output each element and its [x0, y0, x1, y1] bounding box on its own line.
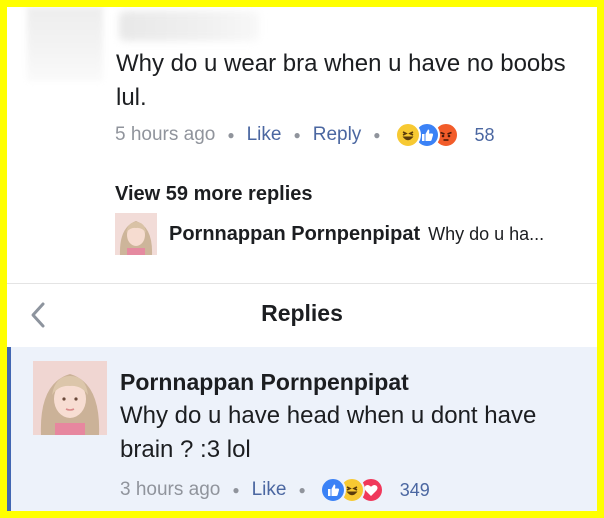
separator-dot: ● [373, 128, 381, 142]
comment-reply-button[interactable]: Reply [313, 124, 362, 146]
replies-title: Replies [261, 300, 343, 326]
separator-dot: ● [227, 128, 235, 142]
comment-reactions[interactable] [394, 122, 459, 148]
screenshot-frame: Why do u wear bra when u have no boobs l… [7, 7, 597, 511]
reply-preview[interactable]: Pornnappan Pornpenpipat Why do u ha... [115, 213, 544, 255]
reply-reactions[interactable] [319, 477, 384, 503]
reply-preview-name[interactable]: Pornnappan Pornpenpipat [169, 223, 420, 246]
reply-author-name[interactable]: Pornnappan Pornpenpipat [120, 369, 409, 396]
reply-reaction-count[interactable]: 349 [400, 480, 430, 501]
separator-dot: ● [232, 483, 240, 497]
reply-preview-text: Why do u ha... [428, 223, 545, 244]
comment-meta: 5 hours ago ● Like ● Reply ● 58 [115, 122, 495, 148]
avatar[interactable] [33, 361, 107, 435]
commenter-name-blurred [119, 11, 259, 41]
replies-header: Replies [7, 283, 597, 345]
reply-like-button[interactable]: Like [252, 479, 287, 501]
comment-like-button[interactable]: Like [247, 124, 282, 146]
view-more-replies-link[interactable]: View 59 more replies [115, 183, 313, 206]
reply-meta: 3 hours ago ● Like ● 349 [120, 477, 430, 503]
commenter-avatar-blurred [27, 7, 103, 81]
highlighted-reply: Pornnappan Pornpenpipat Why do u have he… [7, 347, 597, 511]
reply-text: Why do u have head when u dont have brai… [120, 402, 537, 463]
reply-timestamp: 3 hours ago [120, 479, 221, 500]
separator-dot: ● [298, 483, 306, 497]
comment-timestamp: 5 hours ago [115, 124, 216, 145]
separator-dot: ● [293, 128, 301, 142]
like-icon [319, 477, 346, 503]
comment-text: Why do u wear bra when u have no boobs l… [116, 50, 566, 111]
avatar[interactable] [115, 213, 157, 255]
haha-icon [394, 122, 421, 148]
comment-reaction-count[interactable]: 58 [475, 125, 495, 146]
